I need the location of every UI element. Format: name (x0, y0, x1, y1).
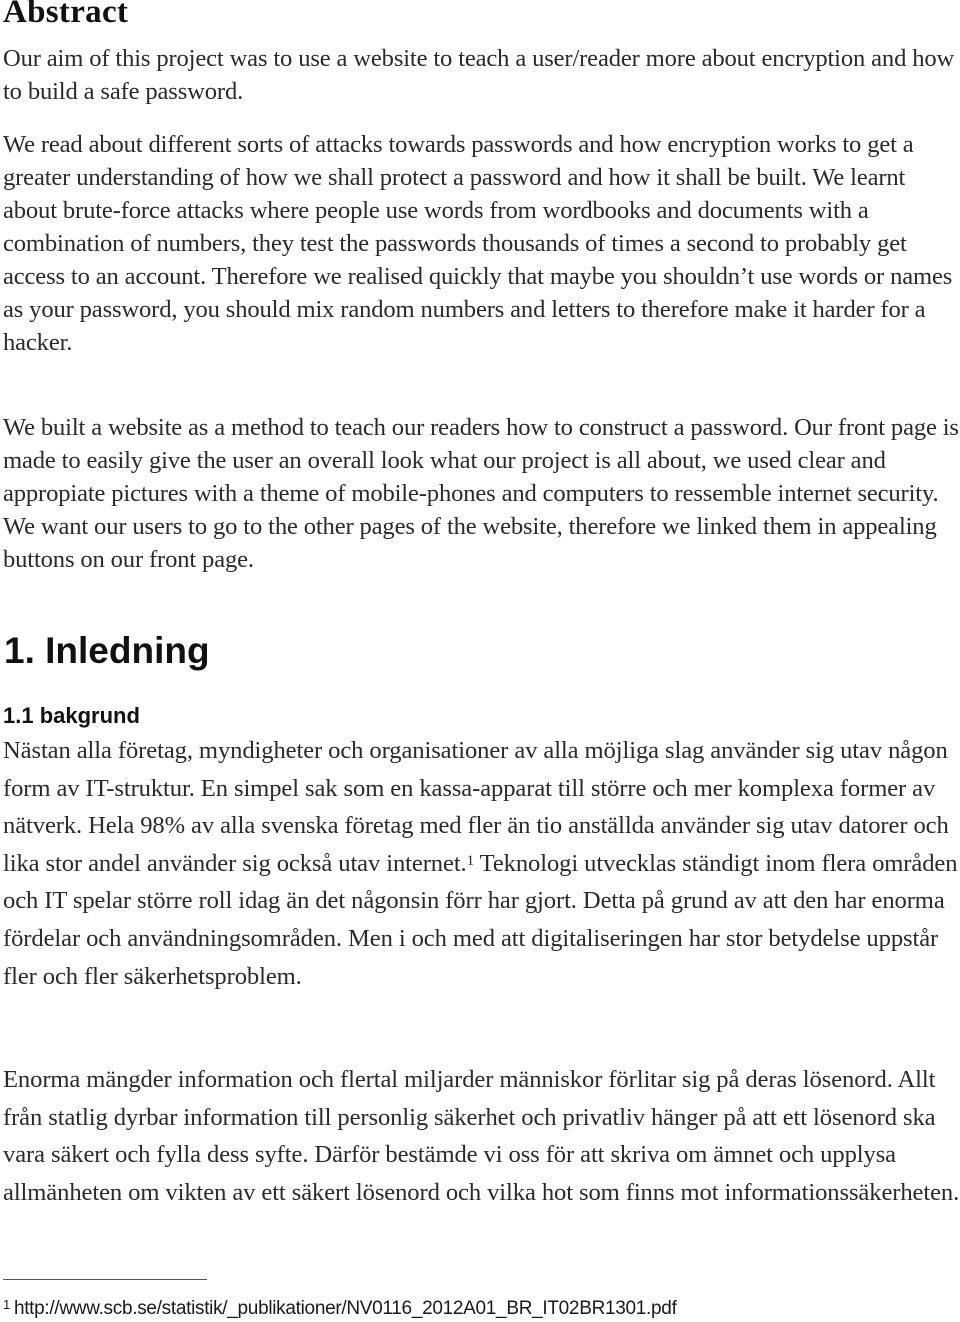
abstract-heading: Abstract (3, 0, 129, 30)
section-heading-inledning: 1. Inledning (4, 630, 210, 671)
abstract-paragraph-1: Our aim of this project was to use a web… (3, 45, 955, 105)
footnote-divider (3, 1279, 207, 1280)
bakgrund-paragraph-2: Enorma mängder information och flertal m… (3, 1066, 960, 1206)
footnote-number: 1 (3, 1297, 10, 1312)
footnote-link[interactable]: http://www.scb.se/statistik/_publikation… (14, 1298, 677, 1319)
abstract-paragraph-3: We built a website as a method to teach … (3, 414, 959, 573)
subsection-heading-bakgrund: 1.1 bakgrund (3, 703, 140, 728)
footnote-reference[interactable]: 1 (467, 853, 475, 869)
bakgrund-paragraph-1: Nästan alla företag, myndigheter och org… (3, 732, 960, 995)
footnote: 1 http://www.scb.se/statistik/_publikatio… (3, 1297, 677, 1320)
abstract-paragraph-2: We read about different sorts of attacks… (3, 131, 953, 356)
